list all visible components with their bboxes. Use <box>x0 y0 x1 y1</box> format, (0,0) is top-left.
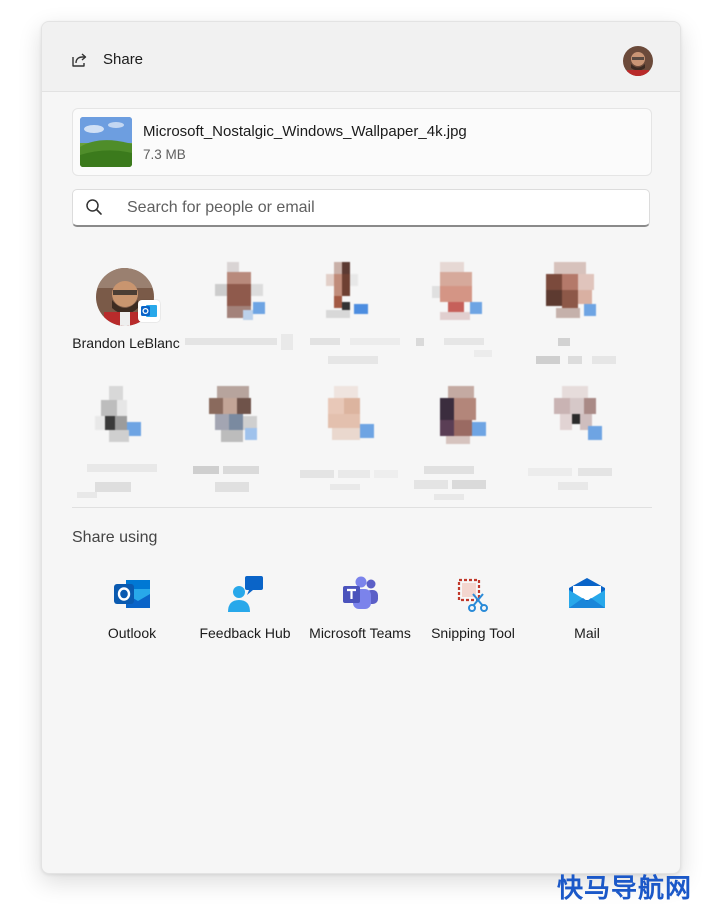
contact-brandon-leblanc[interactable]: Brandon LeBlanc <box>71 268 181 378</box>
file-name: Microsoft_Nostalgic_Windows_Wallpaper_4k… <box>143 123 467 140</box>
search-box[interactable] <box>72 189 650 227</box>
title-bar: Share <box>42 22 680 92</box>
redacted-avatar <box>546 262 596 318</box>
redacted-name <box>536 338 616 364</box>
share-icon <box>72 53 87 67</box>
redacted-avatar <box>95 386 141 442</box>
file-size: 7.3 MB <box>143 147 186 162</box>
redacted-avatar <box>440 386 486 444</box>
search-icon <box>86 199 102 215</box>
watermark: 快马导航网 <box>556 874 692 904</box>
redacted-name <box>416 338 492 357</box>
contact-redacted[interactable] <box>185 386 295 496</box>
contact-redacted[interactable] <box>300 262 410 372</box>
redacted-name <box>528 468 612 490</box>
contact-redacted[interactable] <box>300 386 410 496</box>
app-label: Outlook <box>107 625 157 641</box>
app-label: Snipping Tool <box>431 625 515 641</box>
redacted-avatar <box>326 262 368 318</box>
app-label: Feedback Hub <box>199 625 291 641</box>
account-avatar[interactable] <box>623 46 653 76</box>
redacted-avatar <box>215 262 265 320</box>
app-label: Mail <box>574 625 600 641</box>
redacted-name <box>310 338 400 364</box>
app-label: Microsoft Teams <box>309 625 411 641</box>
section-divider <box>72 507 652 508</box>
redacted-name <box>414 466 486 500</box>
snipping-tool-icon <box>457 578 488 612</box>
contact-redacted[interactable] <box>71 386 181 498</box>
contact-redacted[interactable] <box>414 386 524 500</box>
mail-icon <box>569 578 605 608</box>
file-thumbnail <box>80 117 132 167</box>
outlook-icon <box>114 580 150 608</box>
file-card: Microsoft_Nostalgic_Windows_Wallpaper_4k… <box>72 108 652 176</box>
teams-icon <box>343 576 378 609</box>
outlook-badge-icon <box>138 300 160 322</box>
contact-name: Brandon LeBlanc <box>72 335 180 351</box>
share-using-label: Share using <box>72 529 158 546</box>
feedback-hub-icon <box>228 576 263 612</box>
contact-avatar <box>96 268 160 328</box>
contact-redacted[interactable] <box>414 262 524 372</box>
redacted-avatar <box>209 386 257 442</box>
contact-redacted[interactable] <box>185 262 295 372</box>
redacted-avatar <box>554 386 602 440</box>
redacted-name <box>193 466 259 492</box>
redacted-name <box>77 464 157 498</box>
redacted-avatar <box>328 386 374 440</box>
redacted-name <box>185 334 293 350</box>
contact-redacted[interactable] <box>528 386 638 496</box>
search-input[interactable] <box>125 193 639 223</box>
contact-redacted[interactable] <box>528 262 638 372</box>
dialog-title: Share <box>103 51 144 68</box>
redacted-avatar <box>432 262 482 320</box>
redacted-name <box>300 470 398 490</box>
share-dialog: Share Microsoft_Nostalgic_Windows_Wallpa… <box>41 21 681 874</box>
